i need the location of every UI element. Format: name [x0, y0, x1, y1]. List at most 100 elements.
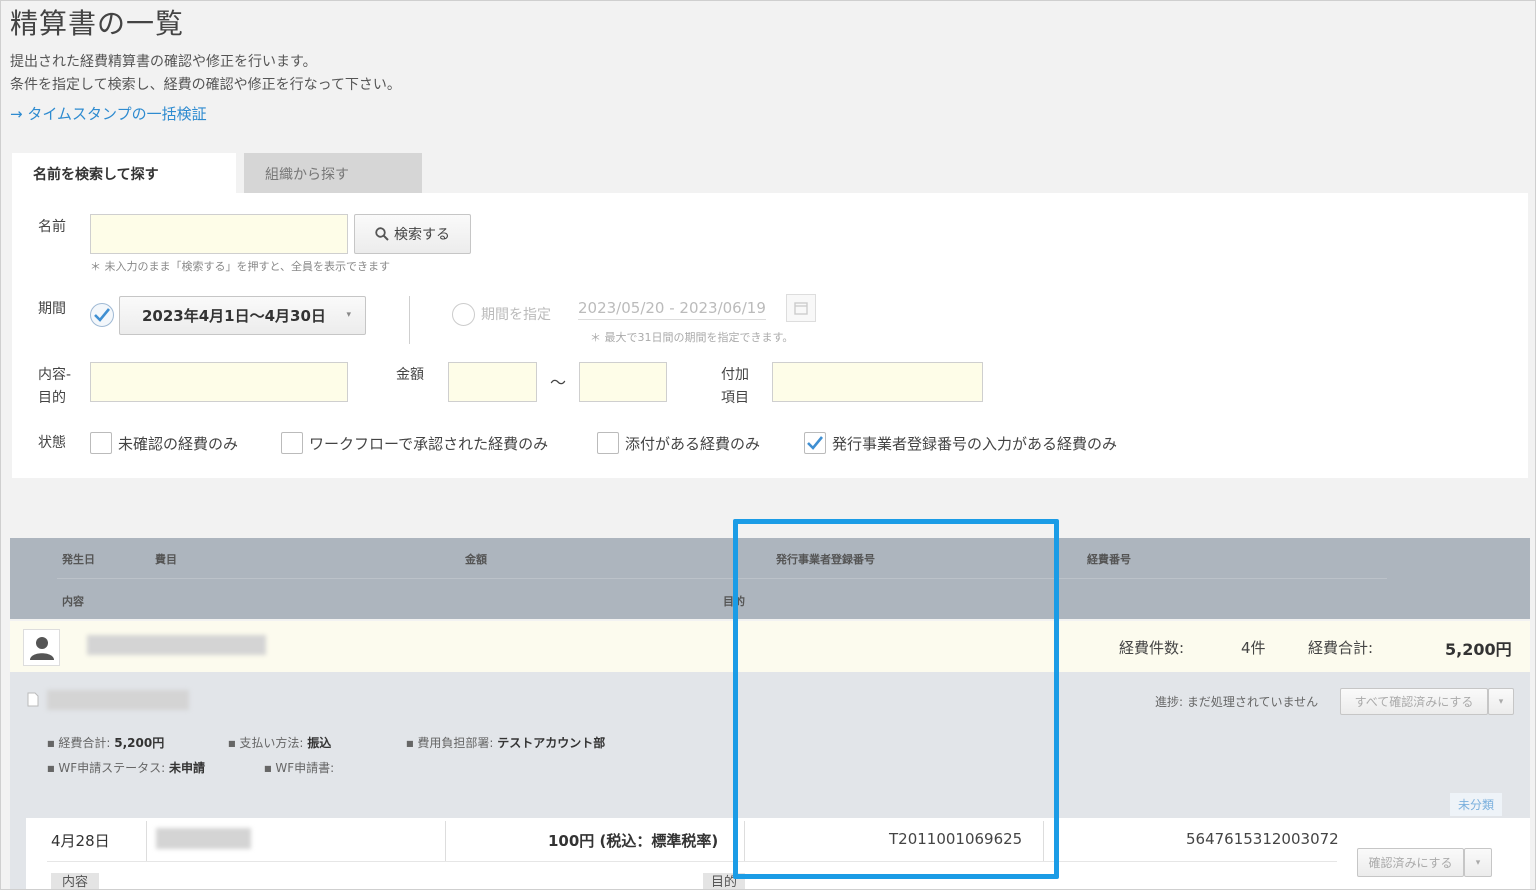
period-preset-value: 2023年4月1日～4月30日: [142, 307, 326, 325]
search-button-label: 検索する: [394, 227, 450, 243]
content-input[interactable]: [90, 362, 348, 402]
checkmark-icon: [94, 308, 111, 322]
extra-item-input[interactable]: [772, 362, 983, 402]
timestamp-verify-link[interactable]: → タイムスタンプの一括検証: [10, 103, 207, 124]
search-button[interactable]: 検索する: [354, 214, 471, 254]
document-icon: [27, 692, 39, 707]
period-preset-select[interactable]: 2023年4月1日～4月30日 ▾: [119, 296, 366, 335]
confirm-all-dropdown[interactable]: ▾: [1488, 688, 1514, 715]
tab-search-by-name[interactable]: 名前を検索して探す: [12, 153, 236, 194]
bullet-icon: ■: [264, 764, 272, 773]
redacted-user-name: [87, 635, 266, 655]
amount-min-input[interactable]: [448, 362, 537, 402]
table-header-divider: [57, 578, 1387, 579]
redacted-report-title: [47, 690, 189, 710]
column-invoice-number: 発行事業者登録番号: [776, 553, 875, 566]
detail-amount: 100円 (税込：標準税率): [548, 832, 719, 850]
wf-document: ■ WF申請書:: [264, 759, 334, 776]
content-label-line1: 内容-: [38, 367, 72, 383]
attachment-checkbox-label: 添付がある経費のみ: [625, 435, 761, 453]
amount-max-input[interactable]: [579, 362, 667, 402]
name-input[interactable]: [90, 214, 348, 254]
expense-total-value: 5,200円: [1445, 640, 1512, 659]
detail-content-label: 内容: [51, 873, 99, 890]
detail-date: 4月28日: [51, 832, 110, 850]
avatar: [23, 629, 60, 666]
wf-status: ■ WF申請ステータス: 未申請: [47, 759, 205, 776]
period-custom-input[interactable]: 2023/05/20 - 2023/06/19: [578, 299, 766, 320]
calendar-button[interactable]: [786, 294, 816, 322]
period-custom-label: 期間を指定: [481, 307, 551, 323]
bullet-icon: ■: [47, 764, 55, 773]
column-category: 費目: [155, 553, 177, 566]
invoice-number-checkbox[interactable]: [804, 432, 826, 454]
expense-detail-row[interactable]: [26, 818, 1530, 890]
payment-method: ■ 支払い方法: 振込: [228, 734, 331, 751]
cell-separator: [445, 821, 446, 861]
chevron-down-icon: ▾: [1475, 857, 1481, 868]
bullet-icon: ■: [228, 739, 236, 748]
redacted-category: [156, 828, 251, 849]
report-total-label: 経費合計:: [58, 736, 111, 750]
page-description-line-2: 条件を指定して検索し、経費の確認や修正を行なって下さい。: [10, 77, 401, 93]
bullet-icon: ■: [47, 739, 55, 748]
period-custom-radio[interactable]: [452, 303, 475, 326]
period-hint: ＊ 最大で31日間の期間を指定できます。: [590, 331, 794, 344]
wf-status-value: 未申請: [169, 761, 206, 775]
page-title: 精算書の一覧: [10, 7, 185, 40]
attachment-checkbox[interactable]: [597, 432, 619, 454]
uncategorized-badge: 未分類: [1450, 793, 1503, 816]
page-description-line-1: 提出された経費精算書の確認や修正を行います。: [10, 54, 317, 70]
name-hint: ＊ 未入力のまま「検索する」を押すと、全員を表示できます: [90, 260, 391, 273]
detail-expense-number: 5647615312003072: [1186, 830, 1339, 848]
column-purpose: 目的: [723, 595, 745, 608]
cell-separator: [1043, 821, 1044, 861]
bullet-icon: ■: [406, 739, 414, 748]
column-amount: 金額: [465, 553, 487, 566]
extra-label-line1: 付加: [721, 367, 749, 383]
workflow-checkbox[interactable]: [281, 432, 303, 454]
cost-department-value: テストアカウント部: [497, 736, 606, 750]
expense-count-label: 経費件数:: [1119, 639, 1185, 657]
period-preset-radio[interactable]: [90, 303, 114, 327]
detail-row-divider: [47, 861, 1337, 862]
extra-label-line2: 項目: [721, 390, 749, 406]
cost-department: ■ 費用負担部署: テストアカウント部: [406, 734, 605, 751]
confirm-dropdown[interactable]: ▾: [1464, 848, 1492, 877]
column-date: 発生日: [62, 553, 95, 566]
column-content: 内容: [62, 595, 84, 608]
payment-method-label: 支払い方法:: [239, 736, 304, 750]
progress-status: 進捗: まだ処理されていません: [1155, 695, 1319, 709]
wf-status-label: WF申請ステータス:: [58, 761, 166, 775]
search-icon: [375, 227, 389, 241]
report-total-value: 5,200円: [114, 736, 165, 750]
payment-method-value: 振込: [307, 736, 332, 750]
amount-range-separator: ～: [550, 373, 567, 392]
cell-separator: [146, 821, 147, 861]
detail-invoice-number: T2011001069625: [889, 830, 1023, 848]
cost-department-label: 費用負担部署:: [417, 736, 494, 750]
cell-separator: [744, 821, 745, 861]
period-label: 期間: [38, 301, 66, 317]
workflow-checkbox-label: ワークフローで承認された経費のみ: [309, 435, 549, 453]
content-label-line2: 目的: [38, 390, 66, 406]
checkmark-icon: [807, 436, 824, 450]
expense-total-label: 経費合計:: [1308, 639, 1374, 657]
detail-purpose-label: 目的: [703, 873, 745, 890]
period-divider: [409, 296, 410, 344]
chevron-down-icon: ▾: [346, 310, 351, 320]
confirm-all-button[interactable]: すべて確認済みにする: [1340, 688, 1488, 715]
invoice-number-checkbox-label: 発行事業者登録番号の入力がある経費のみ: [832, 435, 1118, 453]
calendar-icon: [794, 302, 808, 315]
wf-document-label: WF申請書:: [275, 761, 335, 775]
status-label: 状態: [38, 435, 66, 451]
unconfirmed-checkbox[interactable]: [90, 432, 112, 454]
column-expense-number: 経費番号: [1087, 553, 1131, 566]
amount-label: 金額: [396, 367, 424, 383]
tab-search-by-org[interactable]: 組織から探す: [244, 153, 422, 194]
confirm-button[interactable]: 確認済みにする: [1357, 848, 1464, 877]
user-icon: [29, 636, 54, 660]
report-total: ■ 経費合計: 5,200円: [47, 734, 164, 751]
expense-count-value: 4件: [1241, 639, 1266, 657]
unconfirmed-checkbox-label: 未確認の経費のみ: [118, 435, 239, 453]
